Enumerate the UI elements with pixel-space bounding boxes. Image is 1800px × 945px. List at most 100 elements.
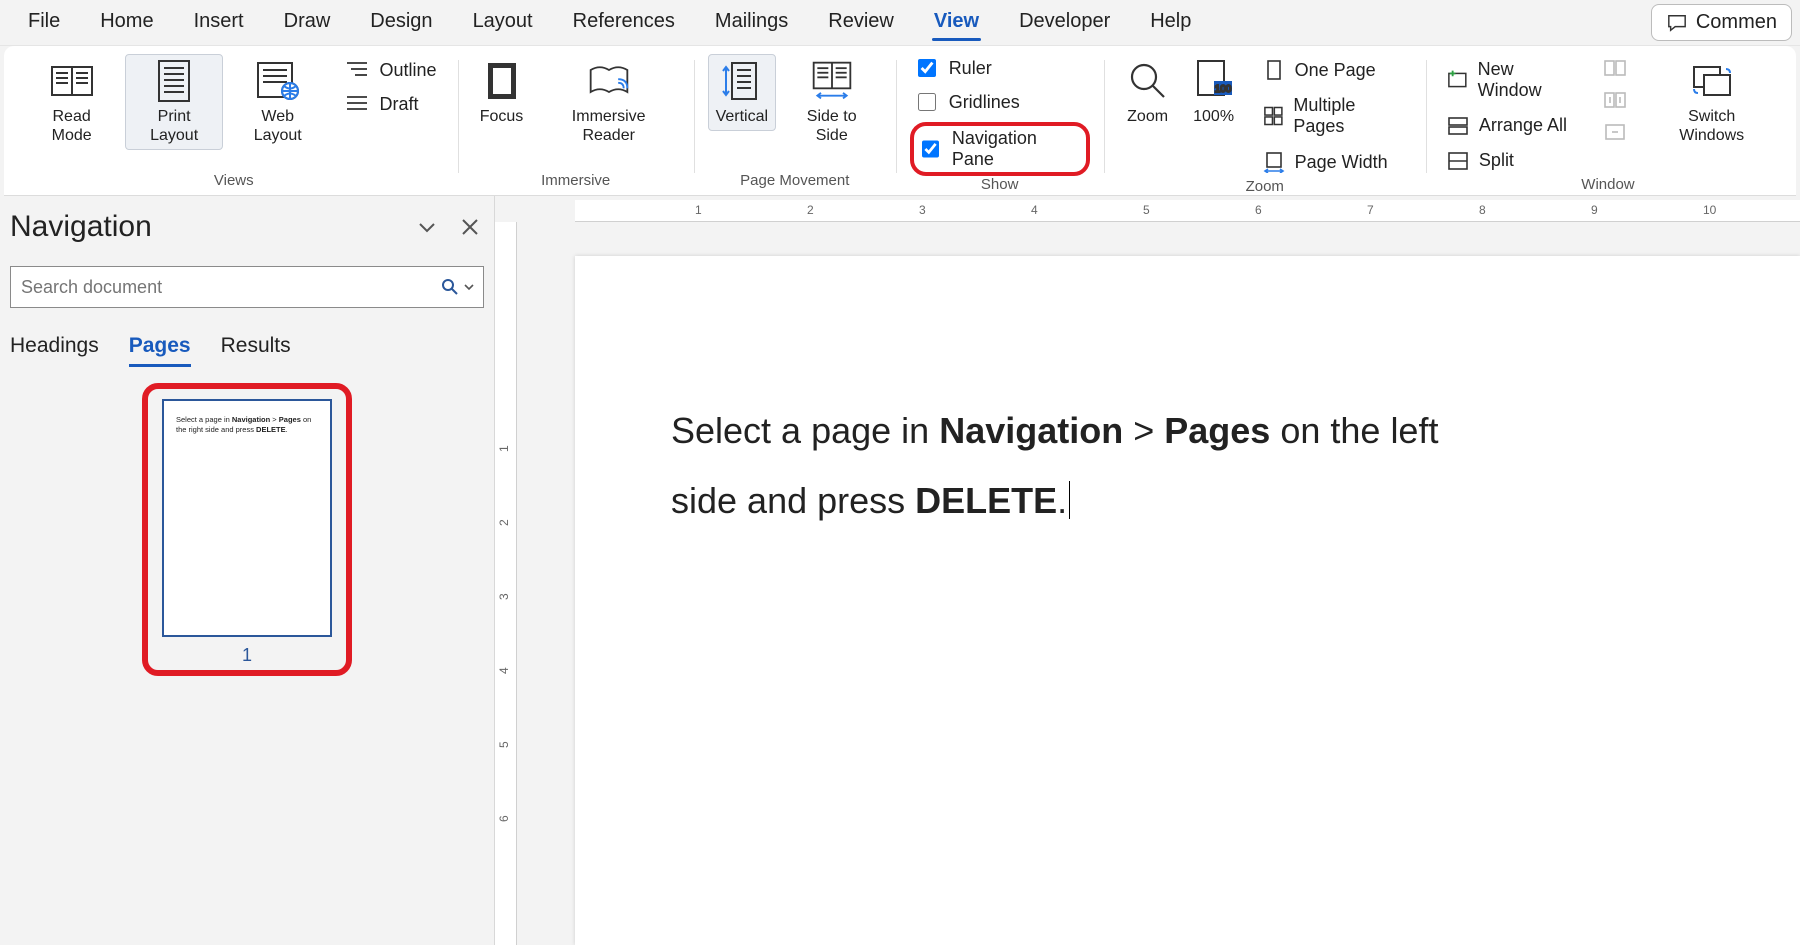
multiple-pages-icon bbox=[1263, 105, 1284, 127]
zoom-100-button[interactable]: 100 100% bbox=[1184, 54, 1244, 131]
vruler-tick: 4 bbox=[497, 667, 511, 674]
hruler-tick: 3 bbox=[919, 203, 926, 217]
hruler-tick: 5 bbox=[1143, 203, 1150, 217]
nav-tab-results[interactable]: Results bbox=[221, 334, 291, 367]
vruler-tick: 6 bbox=[497, 815, 511, 822]
immersive-reader-icon bbox=[587, 59, 631, 103]
comment-icon bbox=[1666, 13, 1688, 33]
hruler-tick: 1 bbox=[695, 203, 702, 217]
gridlines-checkbox[interactable]: Gridlines bbox=[910, 88, 1090, 116]
chevron-down-icon bbox=[416, 216, 438, 238]
read-mode-icon bbox=[50, 59, 94, 103]
group-label-show: Show bbox=[981, 176, 1019, 197]
tab-view[interactable]: View bbox=[914, 2, 999, 43]
page-width-button[interactable]: Page Width bbox=[1256, 146, 1412, 178]
immersive-reader-button[interactable]: Immersive Reader bbox=[538, 54, 680, 150]
vertical-ruler[interactable]: 123456 bbox=[495, 222, 517, 945]
side-to-side-icon bbox=[810, 59, 854, 103]
view-side-by-side-icon bbox=[1604, 59, 1626, 77]
draft-button[interactable]: Draft bbox=[338, 88, 443, 120]
ruler-checkbox-input[interactable] bbox=[918, 59, 936, 77]
group-label-immersive: Immersive bbox=[541, 172, 610, 193]
navigation-search[interactable] bbox=[10, 266, 484, 308]
web-layout-icon bbox=[256, 59, 300, 103]
ruler-checkbox[interactable]: Ruler bbox=[910, 54, 1090, 82]
page-thumbnail-1[interactable]: Select a page in Navigation > Pages on t… bbox=[162, 399, 332, 637]
group-immersive: Focus Immersive Reader Immersive bbox=[458, 50, 694, 195]
tab-home[interactable]: Home bbox=[80, 2, 173, 43]
switch-windows-icon bbox=[1690, 59, 1734, 103]
hruler-tick: 7 bbox=[1367, 203, 1374, 217]
switch-windows-button[interactable]: Switch Windows bbox=[1647, 54, 1776, 150]
main-area: Navigation Headings Pages Results bbox=[0, 196, 1800, 945]
group-label-movement: Page Movement bbox=[740, 172, 849, 193]
outline-button[interactable]: Outline bbox=[338, 54, 443, 86]
navigation-close-button[interactable] bbox=[456, 213, 484, 241]
navigation-search-input[interactable] bbox=[19, 276, 441, 299]
gridlines-checkbox-input[interactable] bbox=[918, 93, 936, 111]
split-icon bbox=[1447, 151, 1469, 171]
hruler-tick: 8 bbox=[1479, 203, 1486, 217]
zoom-icon bbox=[1126, 59, 1170, 103]
view-side-by-side-button[interactable] bbox=[1597, 54, 1633, 82]
nav-tab-pages[interactable]: Pages bbox=[129, 334, 191, 367]
hruler-tick: 6 bbox=[1255, 203, 1262, 217]
zoom-button[interactable]: Zoom bbox=[1118, 54, 1178, 131]
print-layout-button[interactable]: Print Layout bbox=[125, 54, 223, 150]
group-label-views: Views bbox=[214, 172, 254, 193]
one-page-icon bbox=[1263, 59, 1285, 81]
page-thumbnail-highlight: Select a page in Navigation > Pages on t… bbox=[142, 383, 352, 676]
group-zoom: Zoom 100 100% One Page bbox=[1104, 50, 1426, 195]
tab-file[interactable]: File bbox=[8, 2, 80, 43]
hruler-tick: 2 bbox=[807, 203, 814, 217]
multiple-pages-button[interactable]: Multiple Pages bbox=[1256, 90, 1412, 142]
split-button[interactable]: Split bbox=[1440, 145, 1583, 176]
arrange-all-icon bbox=[1447, 116, 1469, 136]
sync-scrolling-button[interactable] bbox=[1597, 86, 1633, 114]
vertical-icon bbox=[720, 59, 764, 103]
focus-button[interactable]: Focus bbox=[472, 54, 532, 131]
tab-draw[interactable]: Draw bbox=[264, 2, 351, 43]
arrange-all-button[interactable]: Arrange All bbox=[1440, 110, 1583, 141]
text-cursor bbox=[1069, 481, 1070, 519]
tab-review[interactable]: Review bbox=[808, 2, 914, 43]
comments-button[interactable]: Commen bbox=[1651, 4, 1792, 41]
new-window-icon bbox=[1447, 70, 1468, 90]
vertical-button[interactable]: Vertical bbox=[708, 54, 776, 131]
tab-developer[interactable]: Developer bbox=[999, 2, 1130, 43]
hruler-tick: 9 bbox=[1591, 203, 1598, 217]
vruler-tick: 2 bbox=[497, 519, 511, 526]
side-to-side-button[interactable]: Side to Side bbox=[782, 54, 882, 150]
web-layout-button[interactable]: Web Layout bbox=[229, 54, 326, 150]
tab-help[interactable]: Help bbox=[1130, 2, 1211, 43]
navigation-pane-checkbox[interactable]: Navigation Pane bbox=[910, 122, 1090, 176]
new-window-button[interactable]: New Window bbox=[1440, 54, 1583, 106]
group-label-window: Window bbox=[1581, 176, 1634, 197]
horizontal-ruler[interactable]: 12345678910111213 bbox=[575, 200, 1800, 222]
search-icon[interactable] bbox=[441, 278, 459, 296]
tab-layout[interactable]: Layout bbox=[453, 2, 553, 43]
search-dropdown-icon[interactable] bbox=[463, 281, 475, 293]
ribbon: Read Mode Print Layout bbox=[4, 46, 1796, 196]
editor-area: 12345678910111213 123456 Select a page i… bbox=[495, 196, 1800, 945]
read-mode-button[interactable]: Read Mode bbox=[24, 54, 119, 150]
draft-icon bbox=[345, 93, 369, 115]
tab-mailings[interactable]: Mailings bbox=[695, 2, 808, 43]
hruler-tick: 10 bbox=[1703, 203, 1716, 217]
nav-tab-headings[interactable]: Headings bbox=[10, 334, 99, 367]
document-body-text[interactable]: Select a page in Navigation > Pages on t… bbox=[671, 396, 1451, 536]
document-page[interactable]: Select a page in Navigation > Pages on t… bbox=[575, 256, 1800, 945]
tab-references[interactable]: References bbox=[553, 2, 695, 43]
navigation-collapse-button[interactable] bbox=[412, 212, 442, 242]
one-page-button[interactable]: One Page bbox=[1256, 54, 1412, 86]
tab-design[interactable]: Design bbox=[350, 2, 452, 43]
hruler-tick: 4 bbox=[1031, 203, 1038, 217]
navigation-tabs: Headings Pages Results bbox=[10, 334, 484, 367]
tab-insert[interactable]: Insert bbox=[174, 2, 264, 43]
vruler-tick: 5 bbox=[497, 741, 511, 748]
focus-icon bbox=[480, 59, 524, 103]
vruler-tick: 3 bbox=[497, 593, 511, 600]
navigation-pane-checkbox-input[interactable] bbox=[922, 140, 939, 158]
reset-window-button[interactable] bbox=[1597, 118, 1633, 146]
group-movement: Vertical Side to Side Page Movement bbox=[694, 50, 896, 195]
